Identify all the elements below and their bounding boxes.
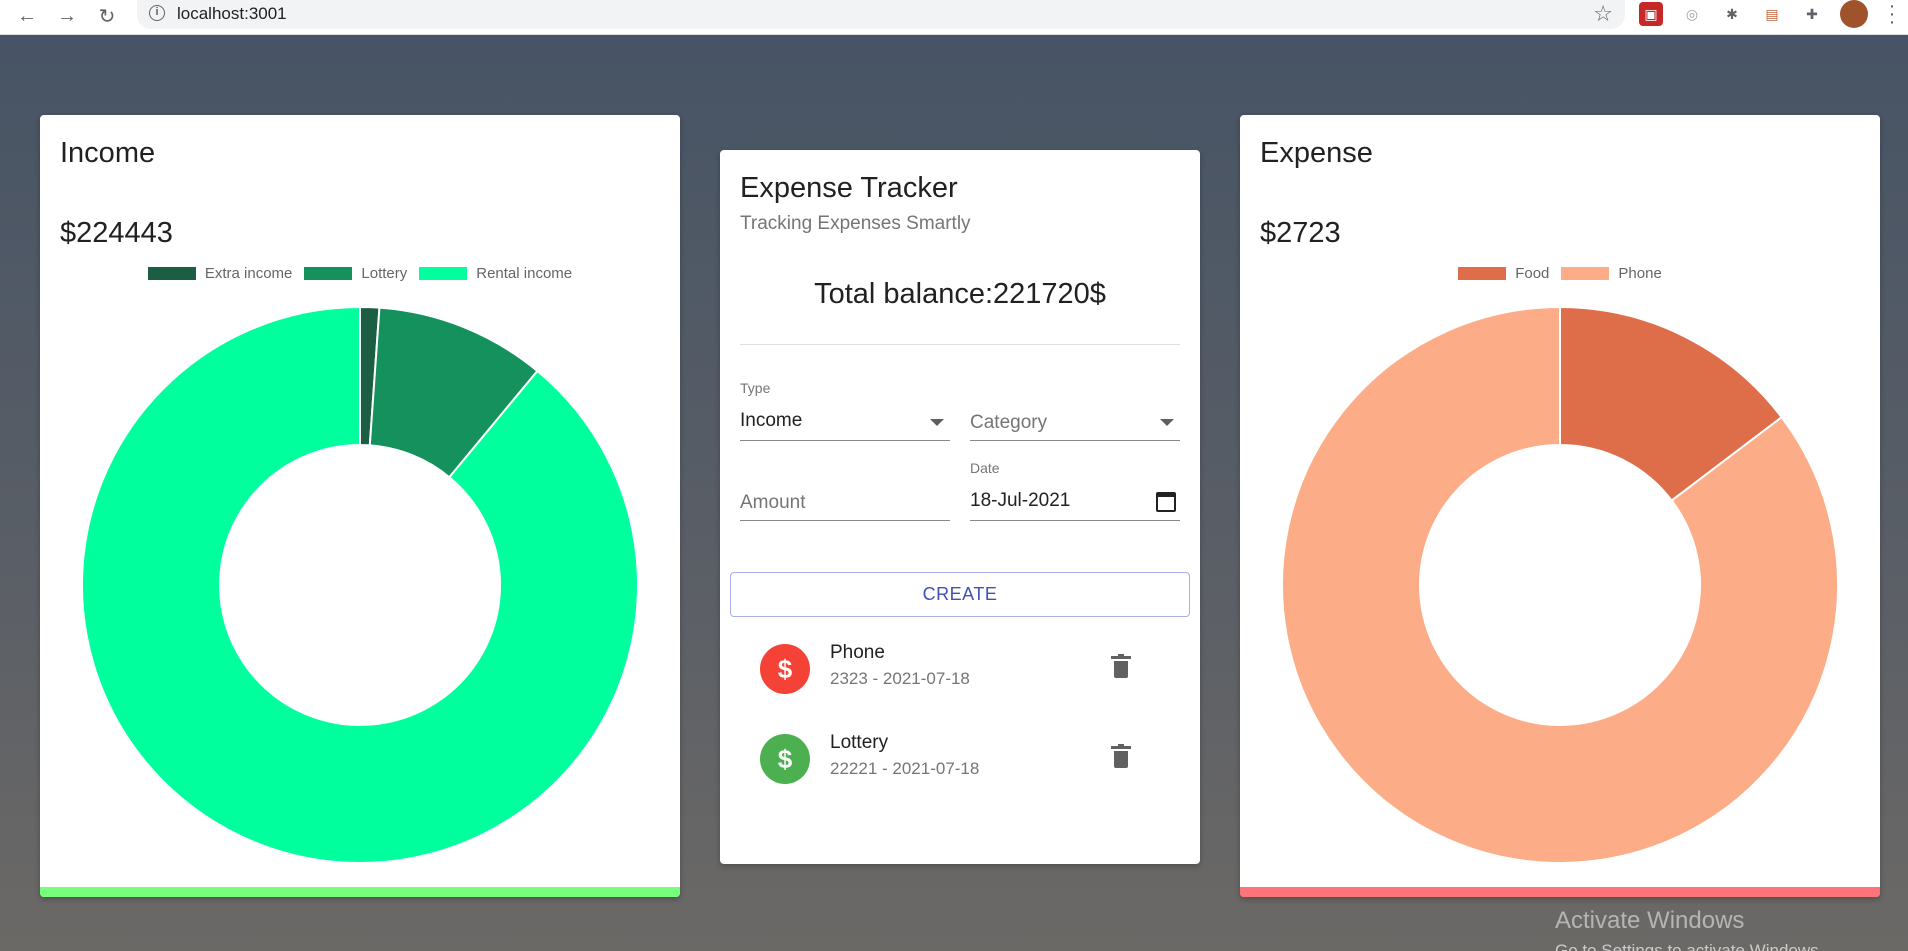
chevron-down-icon (1160, 419, 1174, 426)
income-title: Income (60, 137, 156, 169)
trash-lid (1111, 654, 1131, 659)
legend-label: Lottery (361, 265, 408, 282)
calendar-icon[interactable] (1156, 492, 1176, 512)
expense-title: Expense (1260, 137, 1373, 169)
money-off-icon: $ (760, 644, 810, 694)
amount-field[interactable]: Amount (740, 487, 950, 521)
avatar[interactable] (1840, 0, 1868, 28)
category-placeholder: Category (970, 412, 1048, 433)
category-select[interactable]: Category (970, 407, 1180, 441)
legend-label: Rental income (476, 265, 573, 282)
expense-amount: $2723 (1260, 217, 1341, 249)
legend-item[interactable]: Extra income (147, 265, 293, 282)
watermark-title: Activate Windows (1555, 907, 1745, 934)
legend-item[interactable]: Food (1458, 265, 1549, 282)
transaction-name: Phone (830, 642, 885, 663)
transaction-detail: 22221 - 2021-07-18 (830, 759, 980, 778)
site-info-icon[interactable]: i (149, 5, 165, 21)
legend-swatch (147, 267, 196, 280)
legend-item[interactable]: Lottery (304, 265, 407, 282)
app-background: Income $224443 Extra income Lottery Rent… (0, 35, 1908, 951)
amount-placeholder: Amount (740, 492, 806, 513)
calendar-extension-icon[interactable]: ▤ (1760, 2, 1784, 26)
list-item[interactable]: $ Lottery 22221 - 2021-07-18 (740, 718, 1140, 798)
expense-doughnut-chart[interactable] (1240, 295, 1880, 875)
legend-swatch (1561, 267, 1610, 280)
date-value: 18-Jul-2021 (970, 490, 1071, 511)
arrow-right-icon[interactable]: → (54, 3, 80, 29)
bug-icon[interactable]: ✱ (1720, 2, 1744, 26)
extension-icon[interactable]: ▣ (1639, 2, 1663, 26)
expense-card: Expense $2723 Food Phone (1240, 115, 1880, 897)
money-off-icon: $ (760, 734, 810, 784)
arrow-left-icon[interactable]: ← (14, 3, 40, 29)
expense-accent-bar (1240, 887, 1880, 897)
address-bar[interactable]: i localhost:3001 ☆ (137, 0, 1625, 29)
legend-label: Extra income (204, 265, 293, 282)
type-label: Type (740, 380, 771, 396)
list-item[interactable]: $ Phone 2323 - 2021-07-18 (740, 628, 1140, 708)
tracker-title: Expense Tracker (740, 172, 958, 204)
transaction-list: $ Phone 2323 - 2021-07-18 $ Lottery 2222… (740, 628, 1180, 834)
extension-icon[interactable]: ◎ (1680, 2, 1704, 26)
legend-swatch (304, 267, 353, 280)
income-legend: Extra income Lottery Rental income (40, 265, 680, 282)
legend-item[interactable]: Phone (1561, 265, 1662, 282)
expense-legend: Food Phone (1240, 265, 1880, 282)
url-text[interactable]: localhost:3001 (177, 4, 287, 24)
legend-swatch (1458, 267, 1507, 280)
legend-item[interactable]: Rental income (419, 265, 572, 282)
reload-icon[interactable]: ↻ (94, 3, 120, 29)
trash-lid (1111, 744, 1131, 749)
type-select[interactable]: Type Income (740, 380, 950, 441)
income-card: Income $224443 Extra income Lottery Rent… (40, 115, 680, 897)
income-amount: $224443 (60, 217, 173, 249)
tracker-subtitle: Tracking Expenses Smartly (740, 213, 971, 234)
star-icon[interactable]: ☆ (1593, 1, 1613, 27)
income-doughnut-chart[interactable] (40, 295, 680, 875)
income-accent-bar (40, 887, 680, 897)
legend-label: Food (1515, 265, 1550, 282)
expense-tracker-card: Expense Tracker Tracking Expenses Smartl… (720, 150, 1200, 864)
chevron-down-icon (930, 419, 944, 426)
more-menu-icon[interactable]: · · · (1888, 0, 1896, 32)
legend-label: Phone (1618, 265, 1662, 282)
total-balance: Total balance:221720$ (814, 278, 1106, 310)
legend-swatch (419, 267, 468, 280)
type-value: Income (740, 410, 803, 431)
divider (740, 344, 1180, 345)
transaction-name: Lottery (830, 732, 889, 753)
browser-toolbar: ← → ↻ i localhost:3001 ☆ ▣ ◎ ✱ ▤ ✚ · · · (0, 0, 1908, 35)
delete-icon[interactable] (1111, 744, 1131, 768)
date-label: Date (970, 460, 1000, 476)
donut-slice-rental-income[interactable] (81, 305, 639, 864)
create-button[interactable]: CREATE (730, 572, 1190, 617)
puzzle-icon[interactable]: ✚ (1800, 2, 1824, 26)
transaction-detail: 2323 - 2021-07-18 (830, 669, 970, 688)
trash-body (1114, 661, 1128, 678)
date-field[interactable]: Date 18-Jul-2021 (970, 460, 1180, 521)
watermark-subtitle: Go to Settings to activate Windows. (1555, 941, 1824, 951)
delete-icon[interactable] (1111, 654, 1131, 678)
trash-body (1114, 751, 1128, 768)
